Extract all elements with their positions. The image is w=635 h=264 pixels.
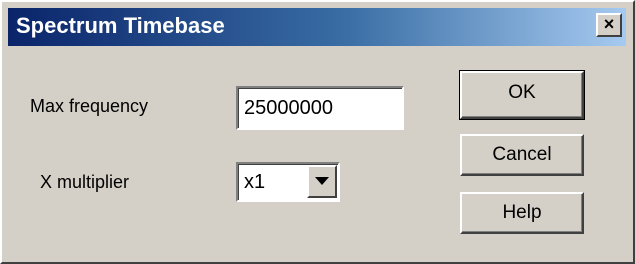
cancel-button[interactable]: Cancel bbox=[460, 134, 584, 176]
window-title: Spectrum Timebase bbox=[16, 13, 225, 38]
x-multiplier-value: x1 bbox=[244, 171, 266, 193]
max-frequency-input[interactable] bbox=[236, 86, 404, 130]
close-button[interactable]: × bbox=[596, 13, 622, 37]
max-frequency-label: Max frequency bbox=[30, 96, 149, 116]
dropdown-button[interactable] bbox=[307, 165, 337, 198]
chevron-down-icon bbox=[315, 177, 329, 185]
x-multiplier-select[interactable]: x1 bbox=[236, 162, 340, 202]
title-bar[interactable]: Spectrum Timebase × bbox=[8, 8, 626, 46]
help-button[interactable]: Help bbox=[460, 192, 584, 234]
x-multiplier-label: X multiplier bbox=[40, 172, 130, 192]
spectrum-timebase-dialog: Spectrum Timebase × Max frequency X mult… bbox=[0, 0, 635, 264]
close-icon: × bbox=[603, 14, 615, 34]
ok-button[interactable]: OK bbox=[459, 70, 585, 120]
